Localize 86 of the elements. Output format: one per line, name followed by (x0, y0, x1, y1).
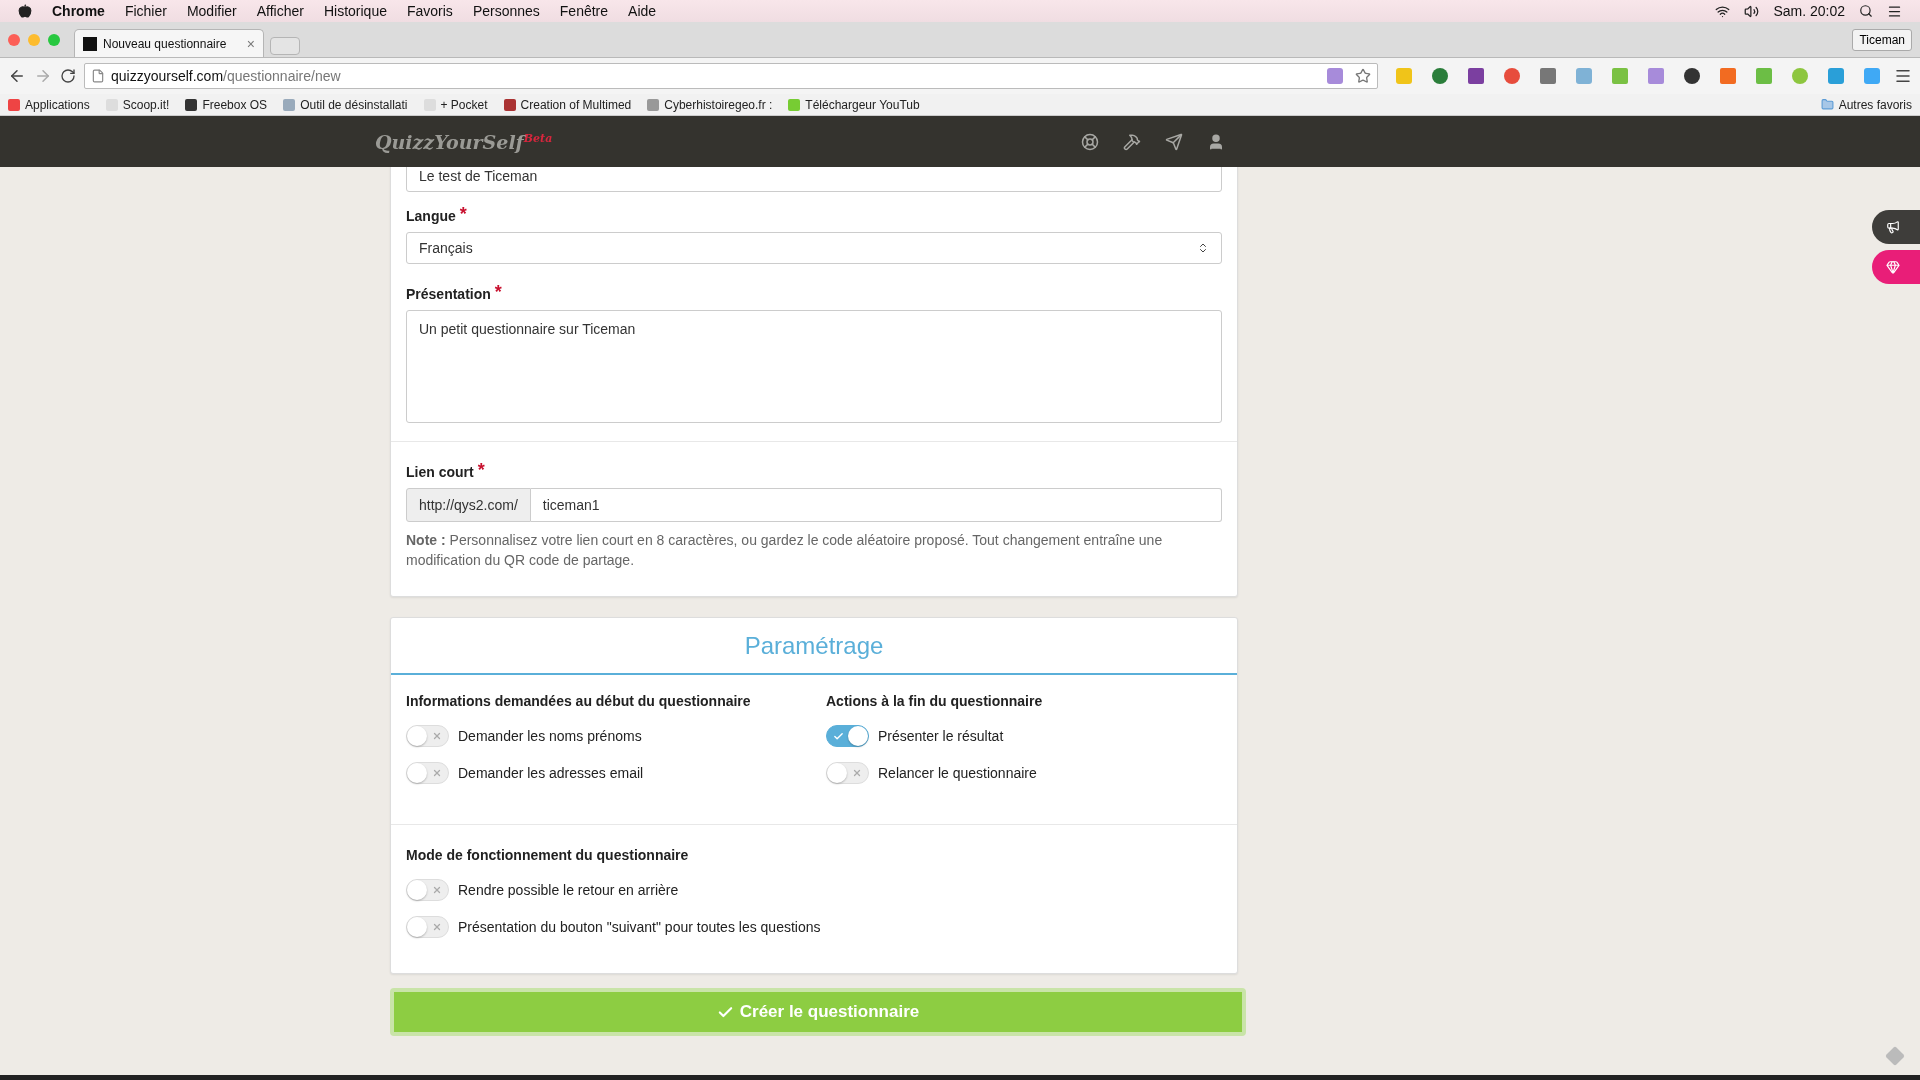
favicon (83, 36, 97, 51)
x-icon (852, 768, 862, 778)
wifi-icon[interactable] (1715, 3, 1731, 19)
required-mark: * (459, 208, 467, 220)
browser-tab[interactable]: Nouveau questionnaire × (74, 29, 264, 57)
diamond-icon (1886, 260, 1900, 274)
bookmark-label: Applications (25, 97, 90, 112)
required-mark: * (494, 286, 502, 298)
toggle-label: Rendre possible le retour en arrière (458, 882, 679, 898)
menu-item[interactable]: Personnes (472, 3, 540, 19)
site-logo[interactable]: QuizzYourSelf$^{Beta}$ (375, 130, 553, 153)
bookmark-label: Autres favoris (1838, 97, 1912, 112)
x-icon (432, 885, 442, 895)
bookmark-folder[interactable]: Autres favoris (1820, 97, 1912, 112)
bookmark-link[interactable]: + Pocket (423, 97, 488, 112)
reload-icon[interactable] (60, 68, 76, 84)
group-heading: Informations demandées au début du questionnaire (406, 693, 752, 709)
new-tab-button[interactable] (270, 37, 300, 55)
premium-button[interactable] (1872, 250, 1920, 284)
menubar-clock[interactable]: Sam. 20:02 (1773, 3, 1845, 19)
bookmark-icon (283, 98, 296, 111)
help-icon[interactable] (1081, 132, 1099, 151)
hammer-icon[interactable] (1123, 132, 1141, 151)
folder-icon (1820, 98, 1834, 111)
menu-item[interactable]: Aide (628, 3, 657, 19)
bookmark-link[interactable]: Scoop.it! (105, 97, 170, 112)
send-icon[interactable] (1165, 132, 1183, 151)
toggle-label: Présenter le résultat (878, 728, 1004, 744)
page-icon (91, 69, 105, 83)
note-text: Note : Personnalisez votre lien court en 8 caractères, ou gardez le code aléatoire proposé. Tout changement entraîne une modification du QR code de partage. (406, 531, 1164, 570)
toggle-label: Demander les noms prénoms (458, 728, 642, 744)
menu-item[interactable]: Fenêtre (559, 3, 609, 19)
window-controls[interactable] (8, 33, 60, 46)
short-link-input[interactable]: ticeman1 (530, 488, 1222, 522)
x-icon (432, 731, 442, 741)
back-icon[interactable] (8, 67, 26, 85)
menu-icon[interactable] (1887, 3, 1902, 19)
required-mark: * (477, 464, 485, 476)
menu-item[interactable]: Modifier (186, 3, 237, 19)
menu-item[interactable]: Favoris (406, 3, 453, 19)
bookmark-label: Freebox OS (202, 97, 268, 112)
forward-icon[interactable] (34, 67, 52, 85)
address-bar[interactable]: quizzyourself.com/questionnaire/new (84, 63, 1378, 89)
menu-item[interactable]: Afficher (256, 3, 304, 19)
user-icon[interactable] (1207, 132, 1225, 151)
bookmark-label: + Pocket (440, 97, 488, 112)
menu-item[interactable]: Fichier (124, 3, 167, 19)
field-label: Présentation (406, 286, 491, 302)
apple-icon[interactable] (18, 4, 32, 18)
announcement-button[interactable] (1872, 210, 1920, 244)
menu-icon[interactable] (1894, 67, 1912, 85)
bookmark-icon (503, 98, 516, 111)
megaphone-icon (1886, 220, 1900, 234)
star-icon[interactable] (1355, 68, 1371, 84)
bookmark-icon (185, 98, 198, 111)
toggle-switch[interactable] (826, 725, 869, 747)
bookmark-link[interactable]: Freebox OS (185, 97, 268, 112)
search-icon[interactable] (1859, 4, 1873, 18)
toggle-label: Présentation du bouton "suivant" pour toutes les questions (458, 919, 821, 935)
bookmark-label: Scoop.it! (122, 97, 170, 112)
bookmark-icon (647, 98, 660, 111)
tab-close-button[interactable]: × (246, 35, 255, 52)
title-input[interactable]: Le test de Ticeman (406, 167, 1222, 192)
toggle-label: Demander les adresses email (458, 765, 644, 781)
x-icon (432, 768, 442, 778)
url-prefix: http://qys2.com/ (406, 488, 531, 522)
menu-item[interactable]: Historique (323, 3, 387, 19)
bookmark-link[interactable]: Applications (8, 97, 90, 112)
select-arrows-icon (1197, 242, 1209, 254)
language-select[interactable]: Français (406, 232, 1222, 264)
section-title: Paramétrage (744, 631, 884, 660)
menu-item[interactable]: Chrome (52, 3, 105, 19)
group-heading: Actions à la fin du questionnaire (826, 693, 1044, 709)
extension-icon[interactable] (1684, 68, 1700, 84)
toggle-label: Relancer le questionnaire (878, 765, 1037, 781)
profile-button[interactable]: Ticeman (1852, 29, 1912, 51)
x-icon (432, 922, 442, 932)
field-label: Langue (406, 208, 456, 224)
group-heading: Mode de fonctionnement du questionnaire (406, 847, 690, 863)
volume-icon[interactable] (1744, 3, 1760, 19)
bookmark-icon (788, 98, 801, 111)
presentation-textarea[interactable]: Un petit questionnaire sur Ticeman (406, 310, 1222, 423)
check-icon (833, 730, 844, 742)
bookmark-icon (8, 98, 20, 111)
tab-title: Nouveau questionnaire (103, 36, 228, 51)
field-label: Lien court (406, 464, 474, 480)
